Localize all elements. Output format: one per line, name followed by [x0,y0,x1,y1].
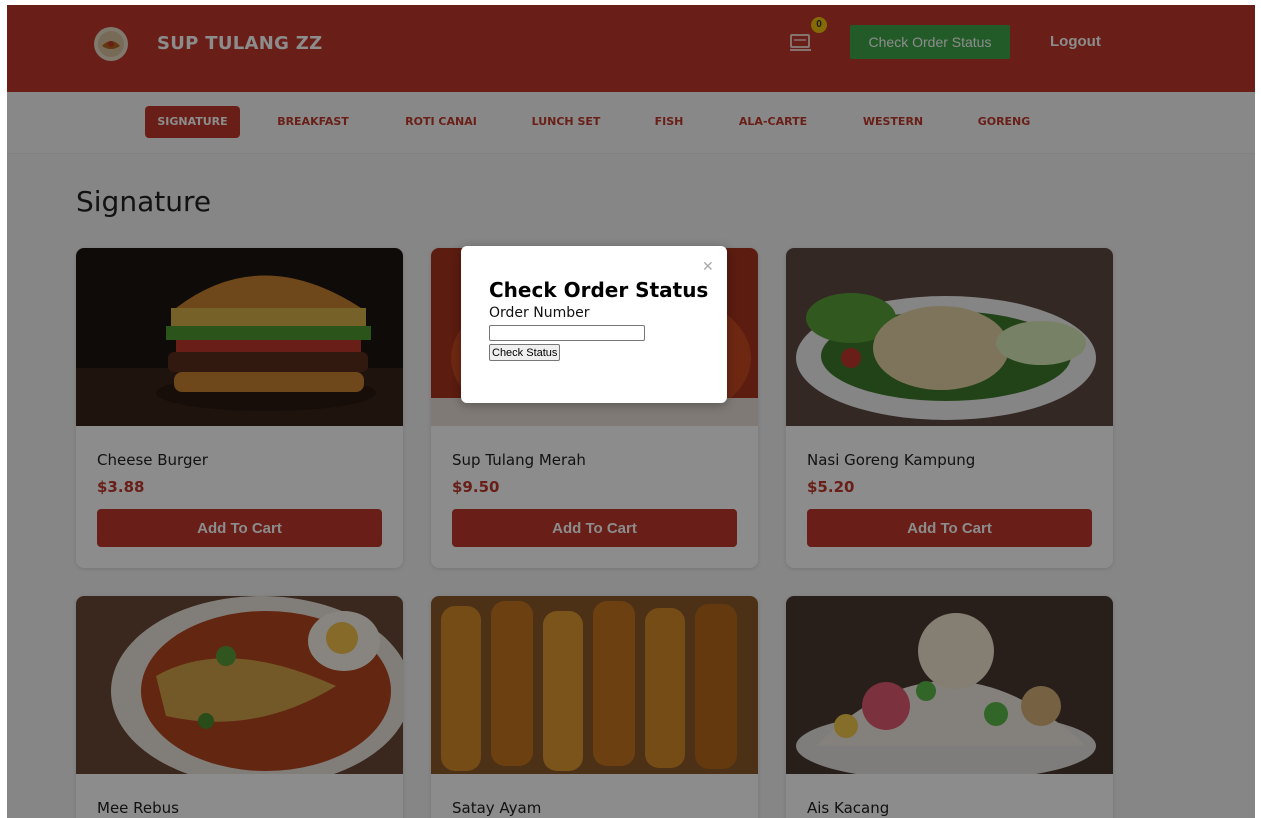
check-status-button[interactable]: Check Status [489,344,561,361]
app: SUP TULANG ZZ 0 Check Order Status Logou… [7,5,1255,818]
modal-overlay[interactable] [7,5,1255,818]
order-number-label: Order Number [489,305,590,321]
modal-title: Check Order Status [489,278,709,302]
close-icon[interactable]: ✕ [702,258,714,275]
check-order-status-modal: ✕ Check Order Status Order Number Check … [461,246,727,403]
order-number-input[interactable] [489,325,645,341]
